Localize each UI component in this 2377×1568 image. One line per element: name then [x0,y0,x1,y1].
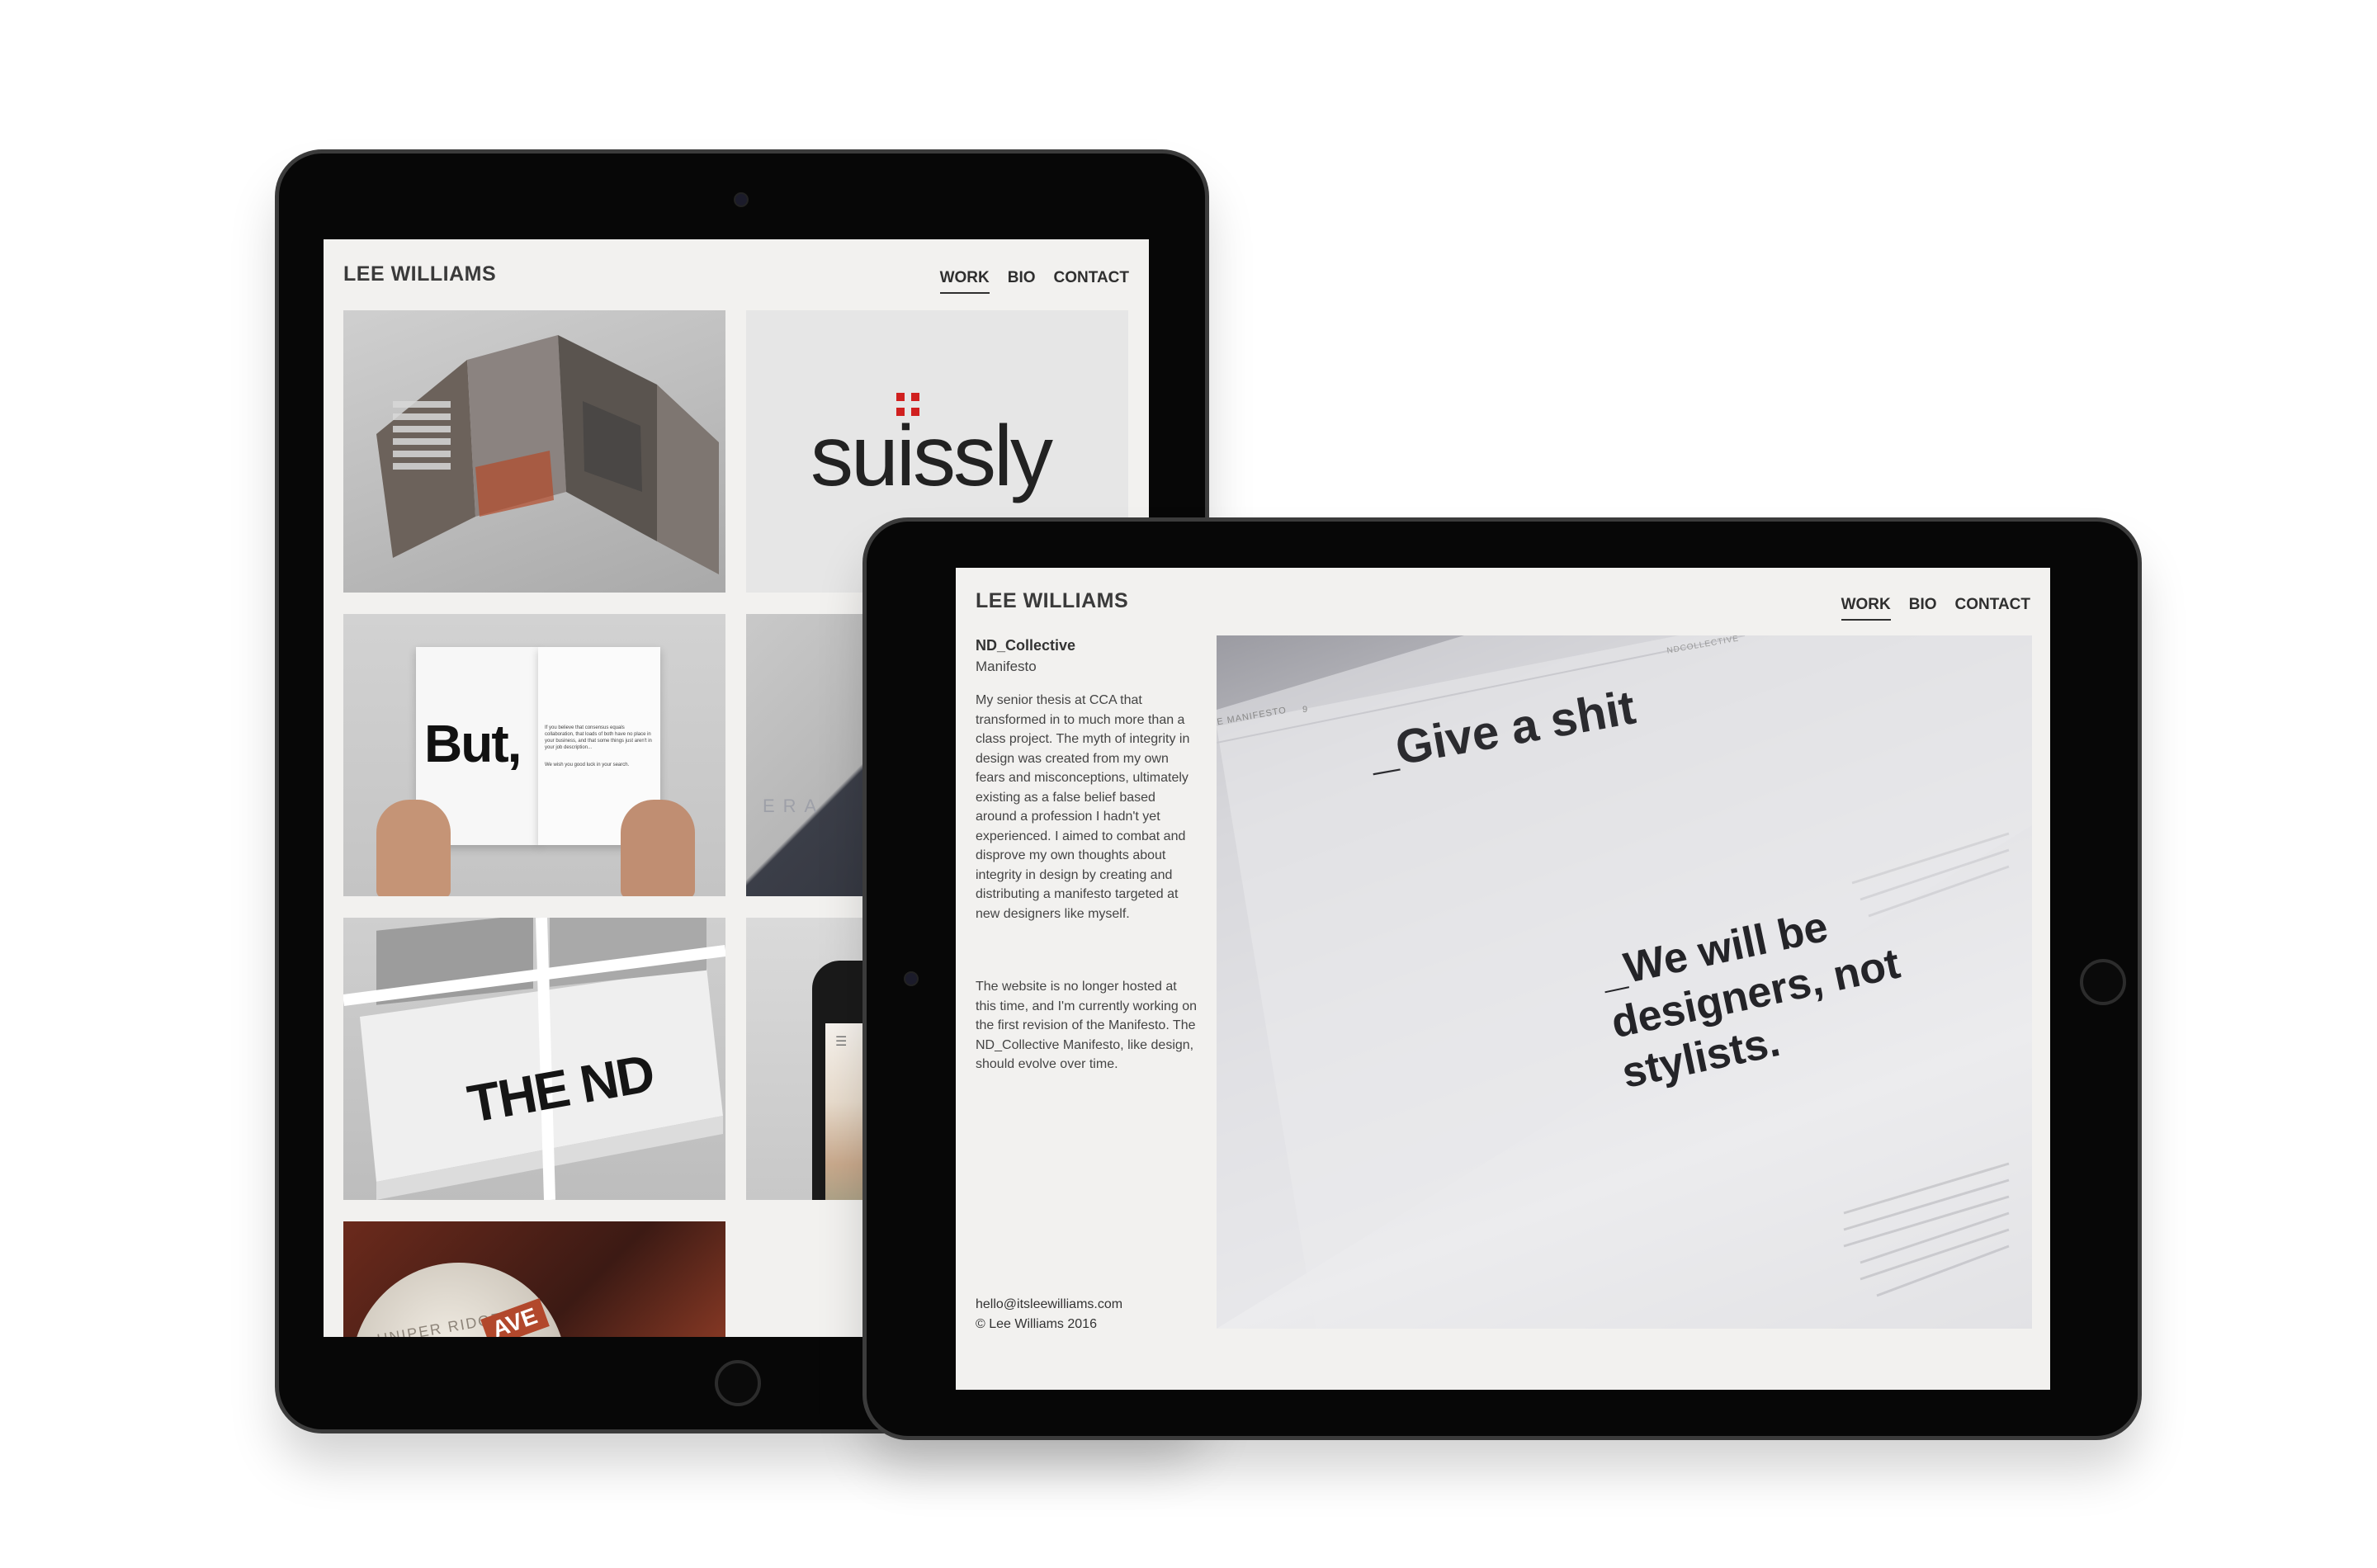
suissly-wordmark: suissly [810,409,1053,504]
copyright: © Lee Williams 2016 [976,1317,1097,1331]
project-hero-image[interactable]: E MANIFESTO 9 NDCOLLECTIVE _Give a shit … [1217,635,2032,1329]
but-body-text: If you believe that consensus equals col… [545,725,652,750]
landscape-camera [905,973,917,985]
portrait-camera [735,194,747,205]
hero-page-number: 9 [1302,705,1308,715]
brand-logo[interactable]: LEE WILLIAMS [343,262,496,286]
nav-work[interactable]: WORK [939,269,990,294]
landscape-screen: LEE WILLIAMS WORK BIO CONTACT ND_Collect… [956,568,2050,1390]
brochure-graphic [376,335,719,574]
project-tile-brochure[interactable] [343,310,725,593]
project-tile-the-nd[interactable]: THE ND [343,918,725,1200]
nav-work[interactable]: WORK [1841,596,1891,621]
nav-contact[interactable]: CONTACT [1054,269,1129,294]
newspaper-graphic [343,918,725,1200]
portrait-home-button[interactable] [715,1360,761,1406]
project-status-note: The website is no longer hosted at this … [976,980,1198,1071]
nav-bio[interactable]: BIO [1008,269,1036,294]
brand-logo[interactable]: LEE WILLIAMS [976,589,1128,613]
email-link[interactable]: hello@itsleewilliams.com [976,1297,1122,1312]
nav-bio[interactable]: BIO [1909,596,1937,621]
project-title: ND_Collective [976,637,1076,654]
left-hand [376,800,451,896]
main-nav: WORK BIO CONTACT [939,269,1129,294]
but-footer-text: We wish you good luck in your search. [545,763,630,767]
right-hand [621,800,695,896]
card-word: ERA [763,796,825,816]
main-nav: WORK BIO CONTACT [1841,596,2030,621]
project-description: My senior thesis at CCA that transformed… [976,693,1190,921]
project-subtitle: Manifesto [976,659,1037,674]
phone-menu-icon: ☰ [835,1035,848,1049]
but-headline: But, [424,714,522,773]
project-tile-jar[interactable]: UNIPER RIDGE AVE [343,1221,725,1337]
landscape-home-button[interactable] [2080,959,2126,1005]
project-tile-but[interactable]: But, If you believe that consensus equal… [343,614,725,896]
nav-contact[interactable]: CONTACT [1955,596,2030,621]
